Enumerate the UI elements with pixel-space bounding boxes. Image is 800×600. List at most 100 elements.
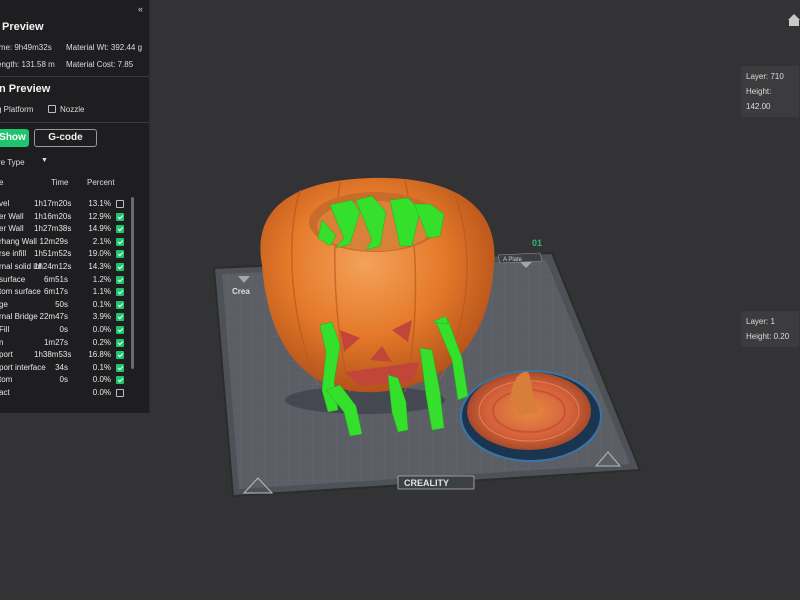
line-type-percent: 0.0% [92, 388, 111, 397]
line-type-visibility-checkbox[interactable] [116, 263, 124, 271]
material-weight: Material Wt: 392.44 g [66, 43, 143, 52]
line-type-percent: 19.0% [88, 249, 111, 259]
line-type-visibility-checkbox[interactable] [116, 200, 124, 208]
view-preview-title: n Preview [0, 83, 51, 95]
line-type-percent: 1.1% [92, 287, 111, 297]
line-type-percent: 0.0% [92, 375, 111, 385]
line-type-percent: 13.1% [88, 199, 111, 208]
line-type-name: n [0, 338, 3, 347]
line-type-percent: 0.1% [92, 299, 111, 309]
table-row: vel 1h17m20s 13.1% [0, 199, 149, 212]
table-row: er Wall 1h16m20s 12.9% [0, 212, 149, 225]
collapse-icon[interactable]: « [138, 4, 143, 14]
line-type-percent: 0.1% [92, 362, 111, 372]
home-icon[interactable] [788, 14, 800, 26]
table-row: tom surface 6m17s 1.1% [0, 287, 149, 300]
line-type-visibility-checkbox[interactable] [116, 326, 124, 334]
line-type-name: rnal Bridge [0, 312, 38, 322]
line-type-percent: 2.1% [92, 236, 111, 246]
bed-brand-bottom: CREALITY [404, 478, 449, 488]
line-type-visibility-checkbox[interactable] [116, 351, 124, 360]
nozzle-checkbox[interactable] [48, 105, 56, 113]
platform-option-label: g Platform [0, 105, 34, 114]
table-row: rhang Wall 12m29s 2.1% [0, 237, 149, 250]
line-type-name: surface [0, 274, 26, 284]
line-type-name: vel [0, 199, 10, 208]
bed-brand-badge: CREALITY [397, 475, 475, 490]
line-type-time: 1h38m53s [34, 350, 72, 360]
table-row: surface 6m51s 1.2% [0, 275, 149, 288]
plate-tab[interactable]: A Plate [497, 252, 543, 264]
column-header-time: Time [51, 178, 69, 187]
line-type-visibility-checkbox[interactable] [116, 225, 124, 234]
line-type-visibility-checkbox[interactable] [116, 275, 124, 284]
line-type-name: Fill [0, 325, 10, 334]
print-time: ime: 9h49m32s [0, 43, 52, 52]
divider [0, 122, 149, 123]
chevron-down-icon[interactable]: ▼ [41, 157, 48, 164]
table-row: port 1h38m53s 16.8% [0, 350, 149, 363]
line-type-name: er Wall [0, 211, 24, 221]
divider [0, 76, 149, 77]
line-type-visibility-checkbox[interactable] [116, 363, 124, 372]
gcode-button[interactable]: G-code [34, 129, 97, 147]
table-row: er Wall 1h27m38s 14.9% [0, 224, 149, 237]
plate-tab-label: A Plate [503, 257, 523, 263]
line-type-percent: 0.0% [92, 325, 111, 334]
line-type-visibility-checkbox[interactable] [116, 250, 124, 259]
show-button[interactable]: Show [0, 129, 29, 147]
bottom-layer-height: Height: 0.20 [746, 332, 790, 341]
line-type-time: 6m51s [43, 274, 68, 284]
line-type-name: rse infill [0, 249, 27, 259]
table-row: act 0.0% [0, 388, 149, 401]
line-type-time: 1m27s [43, 337, 68, 347]
line-type-visibility-checkbox[interactable] [116, 288, 124, 297]
line-type-time: 6m17s [43, 287, 68, 297]
column-header-percent: Percent [87, 178, 115, 187]
line-type-percent: 12.9% [88, 211, 111, 221]
line-type-time: 34s [55, 362, 68, 372]
table-row: port interface 34s 0.1% [0, 363, 149, 376]
line-type-visibility-checkbox[interactable] [116, 313, 124, 322]
top-layer-indicator[interactable]: Layer: 710 Height: 142.00 [741, 66, 799, 117]
line-type-visibility-checkbox[interactable] [116, 212, 124, 221]
line-type-visibility-checkbox[interactable] [116, 376, 124, 385]
slice-preview-title: Preview [2, 21, 44, 33]
table-row: tom 0s 0.0% [0, 375, 149, 388]
line-type-name: act [0, 388, 10, 397]
line-type-time: 12m29s [39, 236, 68, 246]
top-layer-height: Height: 142.00 [746, 87, 772, 111]
table-row: ge 50s 0.1% [0, 300, 149, 313]
line-type-visibility-checkbox[interactable] [116, 338, 124, 347]
line-type-time: 0s [59, 325, 68, 334]
line-type-name: ge [0, 299, 8, 309]
line-type-name: tom [0, 375, 13, 385]
material-cost: Material Cost: 7.85 [66, 60, 134, 69]
line-type-percent: 1.2% [92, 274, 111, 284]
table-scrollbar[interactable] [131, 197, 134, 369]
line-type-visibility-checkbox[interactable] [116, 237, 124, 246]
column-header-name: e [0, 178, 3, 187]
line-type-percent: 14.3% [88, 262, 111, 271]
line-type-time: 1h24m12s [34, 262, 72, 271]
line-type-time: 1h27m38s [34, 224, 72, 234]
line-type-time: 50s [55, 299, 68, 309]
line-type-percent: 0.2% [92, 337, 111, 347]
line-type-name: rhang Wall [0, 236, 37, 246]
disc-model[interactable] [460, 370, 602, 462]
line-type-visibility-checkbox[interactable] [116, 300, 124, 309]
bottom-layer-value: Layer: 1 [746, 317, 775, 326]
table-row: rse infill 1h51m52s 19.0% [0, 249, 149, 262]
line-type-time: 22m47s [39, 312, 68, 322]
filament-length: ength: 131.58 m [0, 60, 55, 69]
line-type-name: er Wall [0, 224, 24, 234]
line-type-visibility-checkbox[interactable] [116, 389, 124, 397]
bottom-layer-indicator[interactable]: Layer: 1 Height: 0.20 [741, 311, 799, 347]
bed-brand-left: Crea [232, 287, 250, 296]
line-type-name: port [0, 350, 13, 360]
line-type-percent: 14.9% [88, 224, 111, 234]
line-type-dropdown[interactable]: re Type [0, 158, 25, 167]
nozzle-option-label: Nozzle [60, 105, 85, 114]
top-layer-value: Layer: 710 [746, 72, 784, 81]
line-type-time: 1h51m52s [34, 249, 72, 259]
